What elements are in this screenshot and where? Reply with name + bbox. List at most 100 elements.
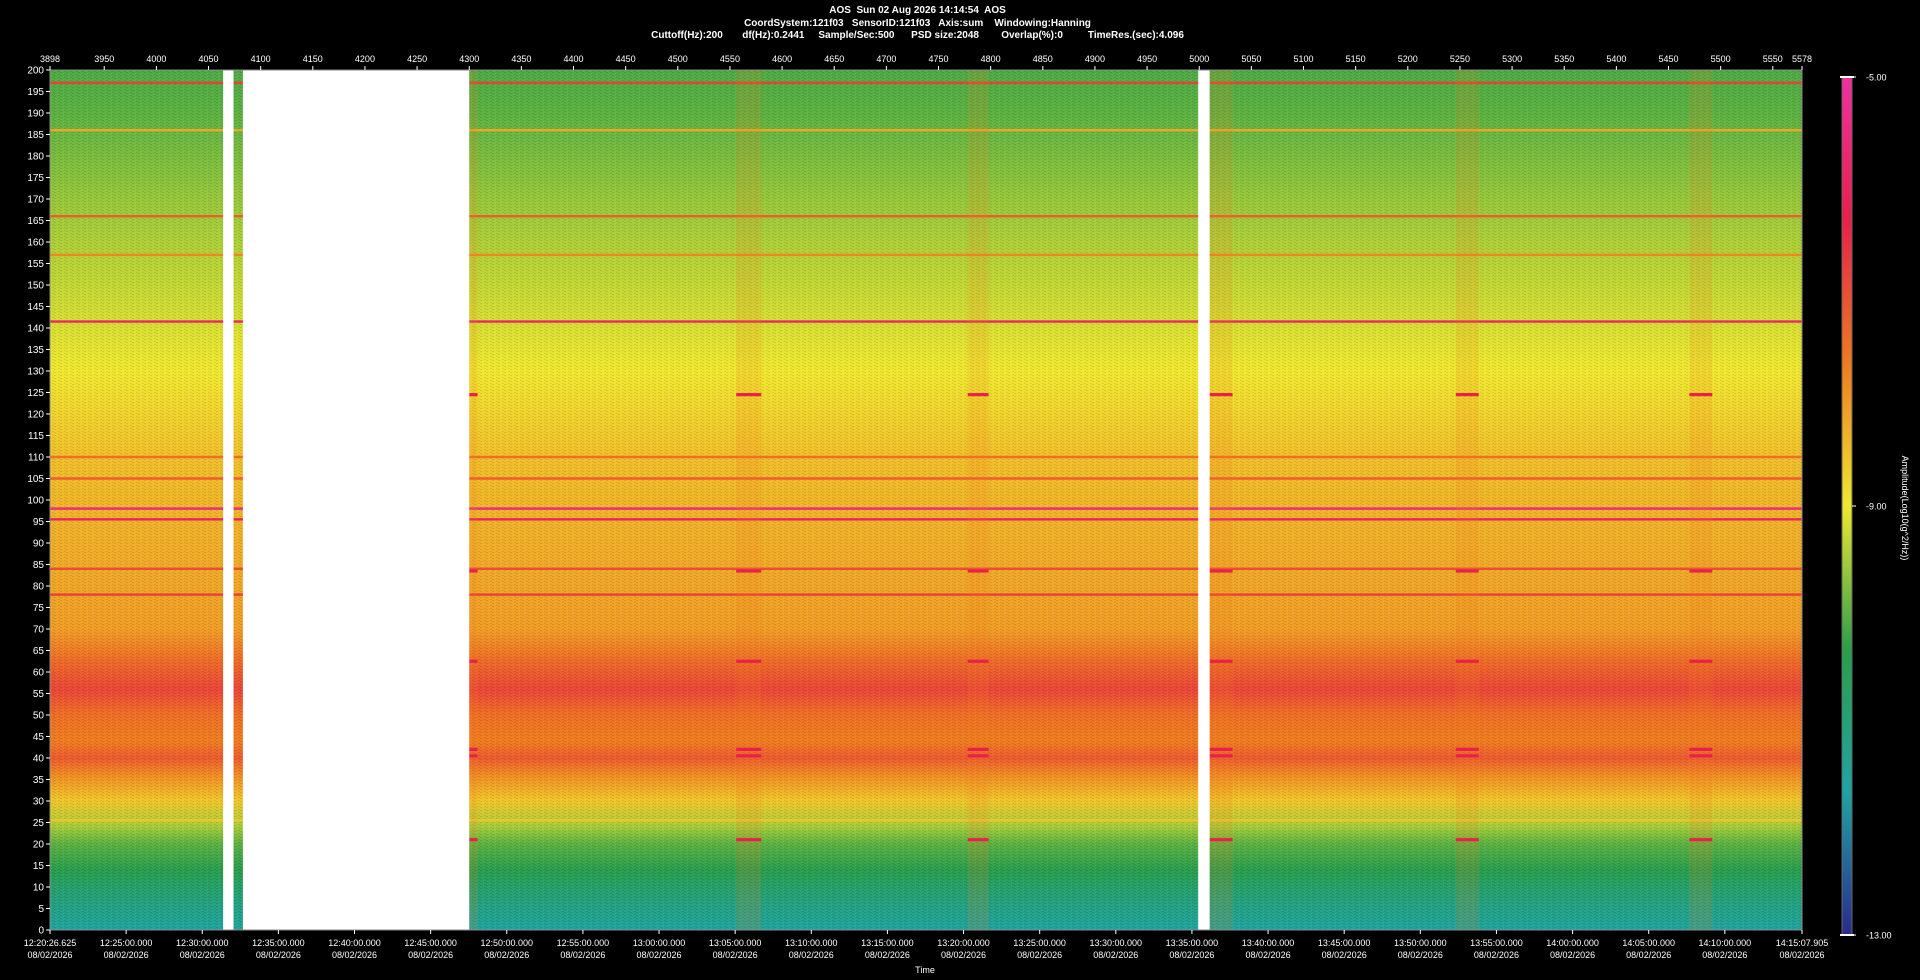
- event-line: [1455, 569, 1479, 573]
- time-tick-label: 13:55:00.000: [1470, 938, 1523, 948]
- top-axis-tick-label: 5500: [1711, 54, 1731, 64]
- event-line: [1455, 747, 1479, 751]
- date-tick-label: 08/02/2026: [713, 950, 758, 960]
- top-axis-tick-label: 4500: [668, 54, 688, 64]
- date-tick-label: 08/02/2026: [408, 950, 453, 960]
- top-axis-tick-label: 4350: [511, 54, 531, 64]
- data-gap: [1198, 70, 1210, 930]
- date-tick-label: 08/02/2026: [637, 950, 682, 960]
- top-axis-tick-label: 4600: [772, 54, 792, 64]
- top-axis-tick-label: 5550: [1763, 54, 1783, 64]
- date-tick-label: 08/02/2026: [789, 950, 834, 960]
- data-gap: [242, 70, 470, 930]
- y-axis-tick-label: 115: [28, 431, 44, 442]
- time-tick-label: 13:35:00.000: [1166, 938, 1219, 948]
- y-axis-tick-label: 180: [27, 152, 44, 163]
- event-line: [469, 393, 478, 397]
- y-axis-tick-label: 110: [28, 453, 44, 464]
- date-tick-label: 08/02/2026: [1322, 950, 1367, 960]
- date-tick-label: 08/02/2026: [27, 950, 72, 960]
- event-line: [1689, 659, 1713, 663]
- event-line: [1209, 569, 1233, 573]
- top-axis-tick-label: 4800: [981, 54, 1001, 64]
- y-axis-tick-label: 70: [33, 625, 45, 636]
- y-axis-tick-label: 5: [38, 904, 44, 915]
- y-axis-tick-label: 130: [27, 367, 44, 378]
- y-axis-tick-label: 140: [27, 324, 44, 335]
- time-tick-label: 12:35:00.000: [252, 938, 305, 948]
- time-tick-label: 13:15:00.000: [861, 938, 914, 948]
- y-axis-tick-label: 175: [27, 173, 44, 184]
- y-axis-tick-label: 120: [27, 410, 44, 421]
- time-tick-label: 14:05:00.000: [1622, 938, 1675, 948]
- event-line: [1689, 838, 1713, 842]
- y-axis-tick-label: 165: [27, 216, 44, 227]
- top-axis-tick-label: 4650: [824, 54, 844, 64]
- event-line: [1209, 838, 1233, 842]
- date-tick-label: 08/02/2026: [865, 950, 910, 960]
- event-line: [736, 754, 762, 758]
- time-tick-label: 14:15:07.905: [1776, 938, 1829, 948]
- time-tick-label: 13:25:00.000: [1013, 938, 1066, 948]
- date-tick-label: 08/02/2026: [941, 950, 986, 960]
- time-tick-label: 12:55:00.000: [557, 938, 610, 948]
- event-line: [736, 659, 762, 663]
- y-axis-tick-label: 105: [27, 474, 44, 485]
- y-axis-tick-label: 190: [27, 109, 44, 120]
- date-tick-label: 08/02/2026: [1017, 950, 1062, 960]
- event-line: [736, 747, 762, 751]
- time-tick-label: 12:30:00.000: [176, 938, 229, 948]
- event-window: [1209, 70, 1233, 930]
- top-axis-tick-label: 5200: [1398, 54, 1418, 64]
- time-tick-label: 13:30:00.000: [1090, 938, 1143, 948]
- y-axis-tick-label: 195: [27, 87, 44, 98]
- date-tick-label: 08/02/2026: [1626, 950, 1671, 960]
- top-axis-tick-label: 4100: [251, 54, 271, 64]
- y-axis-tick-label: 100: [27, 496, 44, 507]
- time-tick-label: 13:05:00.000: [709, 938, 762, 948]
- date-tick-label: 08/02/2026: [1474, 950, 1519, 960]
- date-tick-label: 08/02/2026: [1093, 950, 1138, 960]
- date-tick-label: 08/02/2026: [104, 950, 149, 960]
- event-line: [1689, 747, 1713, 751]
- top-axis-tick-label: 4200: [355, 54, 375, 64]
- top-axis-tick-label: 4250: [407, 54, 427, 64]
- time-tick-label: 13:45:00.000: [1318, 938, 1371, 948]
- event-line: [1209, 747, 1233, 751]
- time-tick-label: 14:10:00.000: [1699, 938, 1752, 948]
- y-axis-tick-label: 170: [27, 195, 44, 206]
- time-tick-label: 13:10:00.000: [785, 938, 838, 948]
- top-axis-tick-label: 4900: [1085, 54, 1105, 64]
- top-axis-tick-label: 5000: [1189, 54, 1209, 64]
- event-window: [1455, 70, 1479, 930]
- y-axis-tick-label: 200: [27, 66, 44, 77]
- top-axis-tick-label: 5100: [1293, 54, 1313, 64]
- event-line: [469, 838, 478, 842]
- event-window: [736, 70, 762, 930]
- top-axis-tick-label: 5400: [1606, 54, 1626, 64]
- y-axis-tick-label: 15: [33, 861, 45, 872]
- top-axis-tick-label: 4950: [1137, 54, 1157, 64]
- y-axis-tick-label: 45: [33, 732, 45, 743]
- top-axis-tick-label: 5300: [1502, 54, 1522, 64]
- y-axis-tick-label: 85: [33, 560, 45, 571]
- y-axis-tick-label: 160: [27, 238, 44, 249]
- time-tick-label: 13:50:00.000: [1394, 938, 1447, 948]
- data-gap: [223, 70, 234, 930]
- event-line: [967, 838, 989, 842]
- top-axis-tick-label: 5250: [1450, 54, 1470, 64]
- top-axis-tick-label: 3950: [94, 54, 114, 64]
- event-window: [469, 70, 478, 930]
- event-window: [967, 70, 989, 930]
- event-line: [736, 393, 762, 397]
- y-axis-tick-label: 135: [27, 345, 44, 356]
- event-line: [469, 747, 478, 751]
- event-line: [469, 659, 478, 663]
- y-axis-tick-label: 90: [33, 539, 45, 550]
- time-tick-label: 12:40:00.000: [328, 938, 381, 948]
- time-tick-label: 12:20:26.625: [24, 938, 77, 948]
- y-axis-tick-label: 125: [27, 388, 44, 399]
- top-axis-tick-label: 5450: [1658, 54, 1678, 64]
- event-line: [1689, 754, 1713, 758]
- event-line: [736, 838, 762, 842]
